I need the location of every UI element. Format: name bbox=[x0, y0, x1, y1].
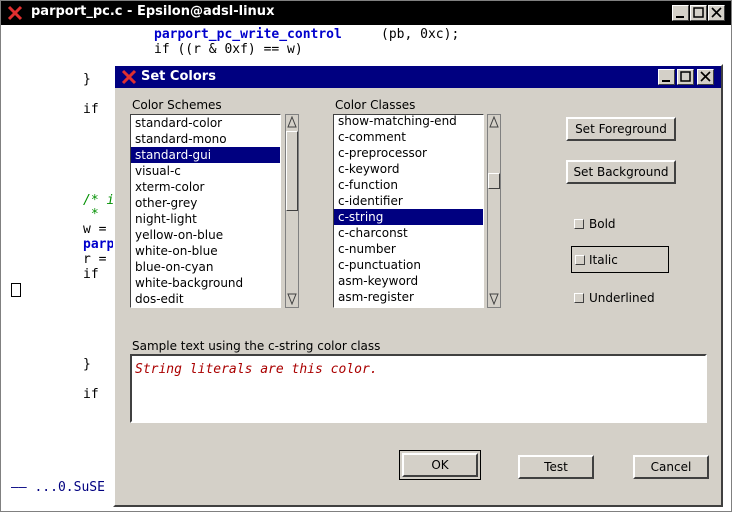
list-item[interactable]: c-keyword bbox=[334, 161, 483, 177]
list-item[interactable]: show-matching-end bbox=[334, 115, 483, 129]
ok-button[interactable]: OK bbox=[402, 453, 478, 477]
set-foreground-button[interactable]: Set Foreground bbox=[566, 117, 676, 141]
list-item[interactable]: white-on-blue bbox=[131, 243, 280, 259]
sample-text: String literals are this color. bbox=[135, 362, 378, 377]
dialog-close-button[interactable] bbox=[697, 69, 714, 85]
maximize-button[interactable] bbox=[690, 5, 707, 21]
dialog-titlebar[interactable]: Set Colors bbox=[115, 66, 721, 88]
list-item[interactable]: c-preprocessor bbox=[334, 145, 483, 161]
checkbox-box[interactable] bbox=[575, 255, 585, 265]
scroll-down-icon[interactable] bbox=[489, 293, 499, 305]
code-line: if bbox=[83, 267, 107, 282]
list-item[interactable]: other-grey bbox=[131, 195, 280, 211]
italic-checkbox[interactable]: Italic bbox=[571, 246, 669, 273]
list-item[interactable]: visual-c bbox=[131, 163, 280, 179]
list-item[interactable]: c-comment bbox=[334, 129, 483, 145]
color-schemes-scrollbar[interactable] bbox=[285, 114, 299, 308]
scroll-thumb[interactable] bbox=[488, 173, 500, 189]
code-line: parport_pc_write_control bbox=[154, 27, 342, 42]
dialog-minimize-button[interactable] bbox=[658, 69, 675, 85]
scroll-up-icon[interactable] bbox=[489, 116, 499, 128]
list-item[interactable]: standard-color bbox=[131, 115, 280, 131]
list-item[interactable]: white-background bbox=[131, 275, 280, 291]
scroll-down-icon[interactable] bbox=[287, 293, 297, 305]
list-item[interactable]: blue-on-cyan bbox=[131, 259, 280, 275]
list-item[interactable]: c-punctuation bbox=[334, 257, 483, 273]
underlined-label: Underlined bbox=[589, 291, 655, 305]
list-item[interactable]: c-function bbox=[334, 177, 483, 193]
ok-button-frame[interactable]: OK bbox=[399, 450, 481, 480]
scroll-thumb[interactable] bbox=[286, 131, 298, 211]
test-button[interactable]: Test bbox=[518, 455, 594, 479]
list-item[interactable]: yellow-on-blue bbox=[131, 227, 280, 243]
list-item[interactable]: standard-gui bbox=[131, 147, 280, 163]
list-item[interactable]: dos-edit bbox=[131, 291, 280, 307]
code-line: w = bbox=[83, 222, 115, 237]
color-schemes-label: Color Schemes bbox=[132, 98, 222, 112]
list-item[interactable]: standard-mono bbox=[131, 131, 280, 147]
set-background-button[interactable]: Set Background bbox=[566, 160, 676, 184]
list-item[interactable]: c-number bbox=[334, 241, 483, 257]
list-item[interactable]: c-identifier bbox=[334, 193, 483, 209]
app-x-icon bbox=[121, 69, 137, 85]
code-line: } bbox=[83, 357, 91, 372]
color-classes-scrollbar[interactable] bbox=[487, 114, 501, 308]
list-item[interactable]: c-charconst bbox=[334, 225, 483, 241]
color-schemes-list[interactable]: standard-color standard-mono standard-gui v… bbox=[130, 114, 281, 308]
underlined-checkbox[interactable]: Underlined bbox=[574, 291, 674, 307]
code-line: r = bbox=[83, 252, 115, 267]
code-line: (pb, 0xc); bbox=[381, 27, 460, 42]
editor-title: parport_pc.c - Epsilon@adsl-linux bbox=[31, 4, 275, 19]
code-line: } bbox=[83, 72, 91, 87]
code-line: if bbox=[83, 387, 99, 402]
code-line: if ((r & 0xf) == w) bbox=[154, 42, 303, 57]
set-colors-dialog: Set Colors Color Schemes standard-color s… bbox=[113, 64, 723, 507]
italic-label: Italic bbox=[589, 253, 618, 267]
code-line: if bbox=[83, 102, 99, 117]
list-item[interactable]: asm-register bbox=[334, 289, 483, 305]
dialog-title: Set Colors bbox=[141, 69, 216, 84]
app-x-icon bbox=[7, 5, 23, 21]
dialog-maximize-button[interactable] bbox=[677, 69, 694, 85]
minimize-button[interactable] bbox=[672, 5, 689, 21]
sample-label: Sample text using the c-string color cla… bbox=[132, 339, 381, 353]
editor-titlebar[interactable]: parport_pc.c - Epsilon@adsl-linux bbox=[1, 1, 731, 25]
checkbox-box[interactable] bbox=[574, 219, 584, 229]
list-item[interactable]: xterm-color bbox=[131, 179, 280, 195]
color-classes-label: Color Classes bbox=[335, 98, 416, 112]
checkbox-box[interactable] bbox=[574, 293, 584, 303]
list-item[interactable]: c-string bbox=[334, 209, 483, 225]
color-classes-list[interactable]: show-matching-end c-comment c-preprocessor… bbox=[333, 114, 484, 308]
status-line: —— ...0.SuSE bbox=[11, 480, 105, 495]
code-line: parp bbox=[83, 237, 115, 252]
close-button[interactable] bbox=[708, 5, 725, 21]
cancel-button[interactable]: Cancel bbox=[633, 455, 709, 479]
sample-text-box: String literals are this color. bbox=[130, 354, 707, 423]
list-item[interactable]: asm-keyword bbox=[334, 273, 483, 289]
list-item[interactable]: night-light bbox=[131, 211, 280, 227]
bold-checkbox[interactable]: Bold bbox=[574, 217, 654, 233]
code-line: * bbox=[83, 207, 107, 222]
scroll-up-icon[interactable] bbox=[287, 116, 297, 128]
text-cursor bbox=[11, 283, 21, 297]
bold-label: Bold bbox=[589, 217, 616, 231]
code-line: /* i bbox=[83, 193, 115, 208]
